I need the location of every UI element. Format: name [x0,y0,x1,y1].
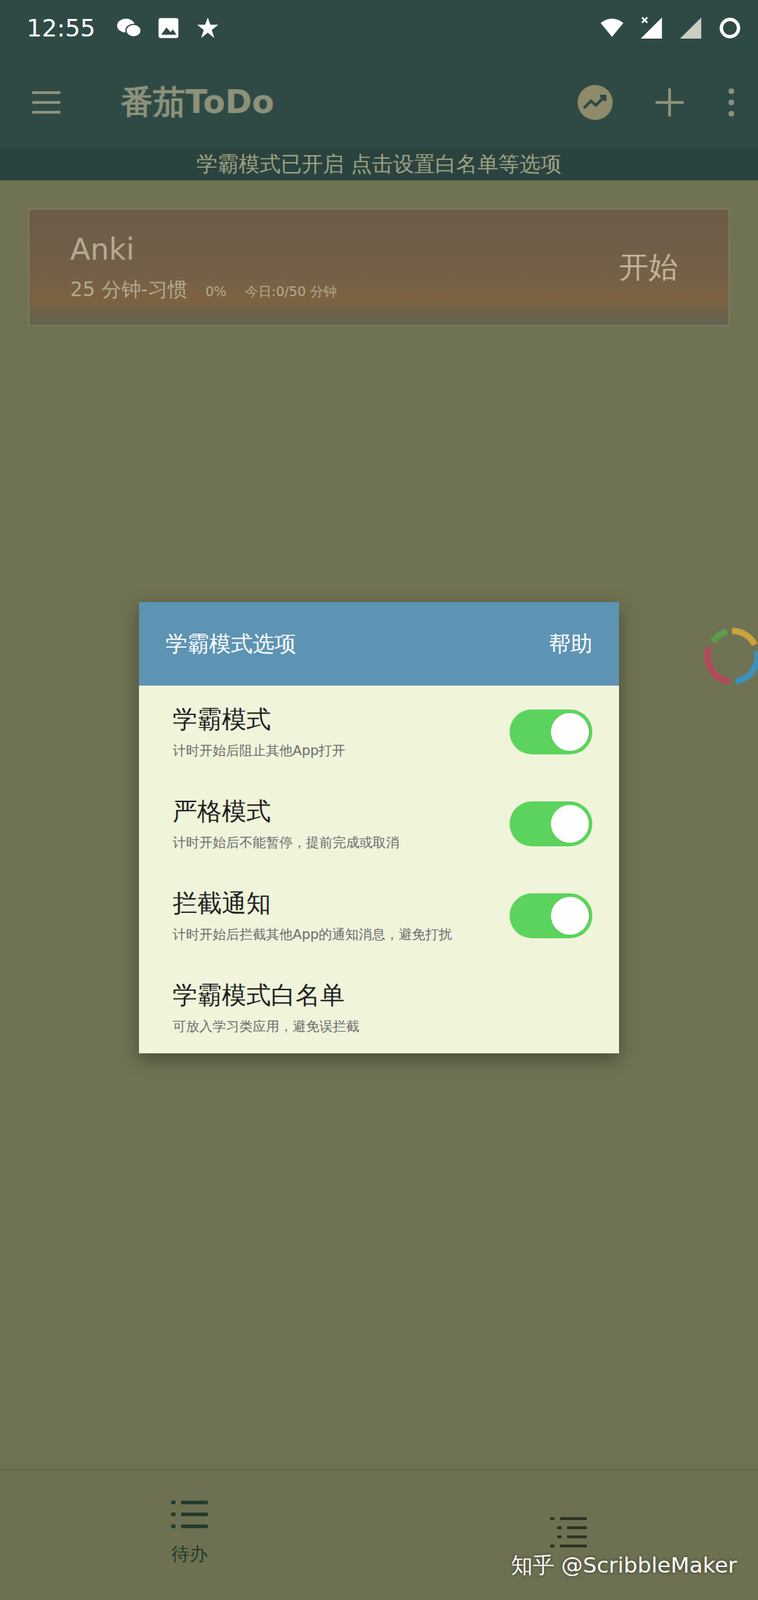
todo-list-icon [168,1497,211,1533]
option-label: 学霸模式 [172,703,346,737]
toggle-switch[interactable] [509,709,593,755]
nav-tab[interactable] [379,1470,758,1600]
app-title: 番茄ToDo [120,80,275,125]
collection-list-icon [547,1514,590,1550]
option-label: 学霸模式白名单 [172,979,360,1013]
more-icon[interactable] [725,84,737,121]
menu-icon[interactable] [29,85,64,120]
app-bar: 番茄ToDo [0,56,758,149]
option-row[interactable]: 拦截通知 计时开始后拦截其他App的通知消息，避免打扰 [138,869,620,962]
notice-bar[interactable]: 学霸模式已开启 点击设置白名单等选项 [0,148,758,181]
option-description: 计时开始后拦截其他App的通知消息，避免打扰 [172,925,452,944]
battery-ring-icon [717,16,743,41]
toggle-switch[interactable] [509,893,593,939]
option-description: 计时开始后不能暂停，提前完成或取消 [172,833,400,853]
bottom-nav: 待办 [0,1468,758,1600]
status-bar: 12:55 [0,0,758,57]
option-label: 严格模式 [172,795,400,829]
dialog-header: 学霸模式选项 帮助 [138,602,620,686]
add-icon[interactable] [651,84,688,121]
task-name: Anki [70,232,337,267]
start-button[interactable]: 开始 [619,247,678,288]
watermark: 知乎 @ScribbleMaker [510,1551,737,1581]
toggle-knob [550,805,589,843]
signal-icon [677,16,704,41]
option-label: 拦截通知 [172,887,452,921]
wifi-icon [599,16,625,41]
status-time: 12:55 [26,14,96,43]
statistics-icon[interactable] [576,84,614,121]
option-description: 可放入学习类应用，避免误拦截 [172,1017,360,1036]
task-progress: 0% [205,283,227,299]
options-dialog: 学霸模式选项 帮助 学霸模式 计时开始后阻止其他App打开 严格模式 计时开始后… [138,602,620,1054]
option-description: 计时开始后阻止其他App打开 [172,741,346,761]
screen: 12:55 番茄ToDo 学霸模式已开启 点击设置白名单等选项 Anki 25 … [0,0,758,1600]
signal-icon [638,16,664,41]
nav-tab[interactable]: 待办 [0,1470,379,1600]
toggle-switch[interactable] [509,801,593,847]
nav-label: 待办 [171,1541,208,1567]
floating-timer-icon[interactable] [700,624,758,688]
wechat-icon [116,16,142,41]
app-star-icon [195,16,221,41]
option-row[interactable]: 学霸模式白名单 可放入学习类应用，避免误拦截 [138,961,620,1054]
task-card[interactable]: Anki 25 分钟-习惯 0% 今日:0/50 分钟 开始 [28,208,730,327]
option-row[interactable]: 严格模式 计时开始后不能暂停，提前完成或取消 [138,777,620,870]
dialog-title: 学霸模式选项 [165,629,297,660]
help-button[interactable]: 帮助 [548,629,593,660]
option-row[interactable]: 学霸模式 计时开始后阻止其他App打开 [138,685,620,778]
task-today: 今日:0/50 分钟 [244,282,337,302]
toggle-knob [550,896,589,935]
image-icon [155,16,182,41]
toggle-knob [550,713,589,751]
task-duration: 25 分钟-习惯 [70,276,188,304]
